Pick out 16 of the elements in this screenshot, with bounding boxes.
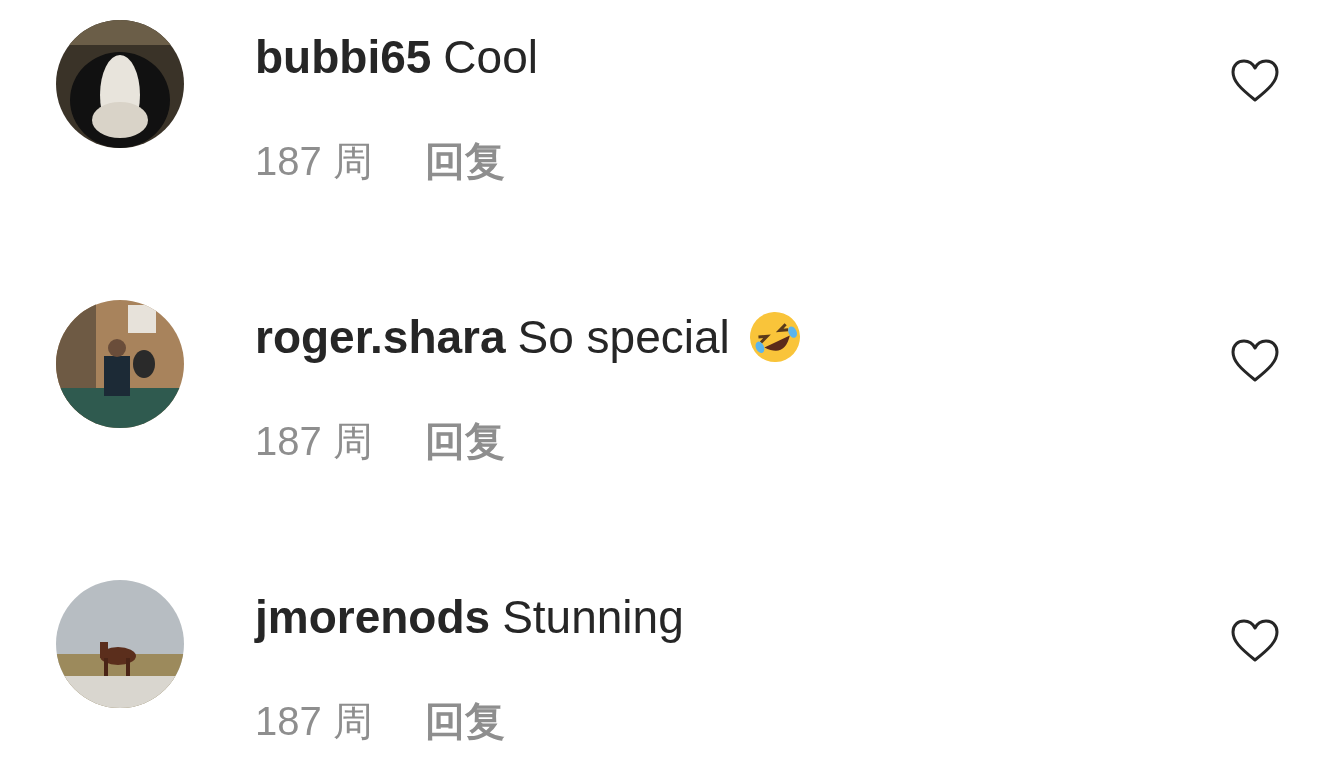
reply-button[interactable]: 回复 [424,414,505,469]
heart-icon[interactable] [1230,338,1280,384]
comment-text: So special [517,310,730,364]
username: bubbi65 [255,30,432,84]
reply-button[interactable]: 回复 [424,134,505,189]
comment-time: 187 周 [255,418,373,465]
laughing-emoji-icon [747,310,802,364]
reply-button[interactable]: 回复 [424,694,505,749]
comment-text: Stunning [502,590,684,644]
comment-text: Cool [443,30,538,84]
username: roger.shara [255,310,506,364]
heart-icon[interactable] [1230,618,1280,664]
heart-icon[interactable] [1230,58,1280,104]
comment-time: 187 周 [255,138,373,185]
comment-time: 187 周 [255,698,373,745]
username: jmorenods [255,590,491,644]
